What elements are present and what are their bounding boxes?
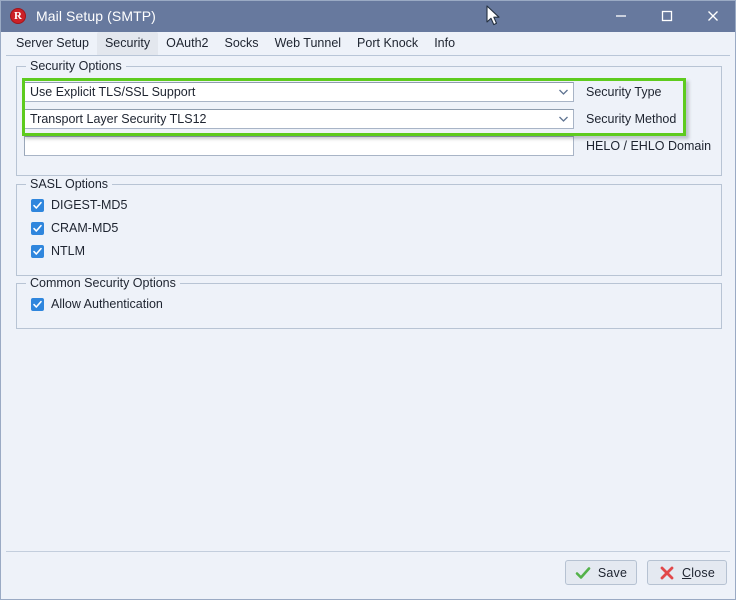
tab-server-setup[interactable]: Server Setup [8, 32, 97, 55]
chevron-down-icon[interactable] [553, 110, 573, 128]
security-method-label: Security Method [586, 112, 677, 126]
close-button-accel: C [682, 565, 692, 580]
checkbox-digest-md5[interactable]: DIGEST-MD5 [31, 198, 127, 212]
checkbox-label: Allow Authentication [51, 297, 163, 311]
r-logo-icon: R [10, 8, 26, 24]
save-button[interactable]: Save [565, 560, 637, 585]
minimize-icon[interactable] [598, 0, 644, 32]
checkbox-cram-md5[interactable]: CRAM-MD5 [31, 221, 118, 235]
check-icon[interactable] [31, 221, 44, 235]
common-security-options-title: Common Security Options [26, 276, 180, 290]
green-check-icon [575, 565, 591, 581]
checkbox-label: CRAM-MD5 [51, 221, 119, 235]
mail-setup-window: R Mail Setup (SMTP) Server Setup Securit… [0, 0, 736, 600]
tab-strip: Server Setup Security OAuth2 Socks Web T… [0, 32, 736, 55]
security-type-label: Security Type [586, 85, 662, 99]
checkbox-label: DIGEST-MD5 [51, 198, 128, 212]
tab-web-tunnel[interactable]: Web Tunnel [267, 32, 349, 55]
checkbox-ntlm[interactable]: NTLM [31, 244, 85, 258]
save-button-label: Save [597, 565, 628, 580]
chevron-down-icon[interactable] [553, 83, 573, 101]
maximize-icon[interactable] [644, 0, 690, 32]
security-type-combo[interactable]: Use Explicit TLS/SSL Support [24, 82, 574, 102]
footer-bar: Save Close [6, 551, 730, 593]
close-button-rest: lose [691, 565, 715, 580]
security-method-combo[interactable]: Transport Layer Security TLS12 [24, 109, 574, 129]
red-x-icon [659, 565, 675, 581]
window-title: Mail Setup (SMTP) [36, 8, 156, 24]
check-icon[interactable] [31, 297, 44, 311]
tab-security[interactable]: Security [96, 32, 159, 55]
tab-port-knock[interactable]: Port Knock [349, 32, 426, 55]
checkbox-allow-authentication[interactable]: Allow Authentication [31, 297, 163, 311]
sasl-options-title: SASL Options [26, 177, 113, 191]
close-button[interactable]: Close [647, 560, 727, 585]
title-bar: R Mail Setup (SMTP) [0, 0, 736, 32]
security-options-title: Security Options [26, 59, 126, 73]
helo-ehlo-domain-label: HELO / EHLO Domain [586, 139, 712, 153]
check-icon[interactable] [31, 198, 44, 212]
window-controls [598, 0, 736, 32]
helo-ehlo-domain-input[interactable] [24, 136, 574, 156]
tab-oauth2[interactable]: OAuth2 [158, 32, 216, 55]
tab-info[interactable]: Info [426, 32, 463, 55]
security-method-value: Transport Layer Security TLS12 [30, 112, 207, 126]
tab-panel-security: Security Options Use Explicit TLS/SSL Su… [6, 55, 730, 543]
tab-socks[interactable]: Socks [217, 32, 267, 55]
checkbox-label: NTLM [51, 244, 86, 258]
security-type-value: Use Explicit TLS/SSL Support [30, 85, 196, 99]
close-button-label: Close [682, 566, 715, 580]
check-icon[interactable] [31, 244, 44, 258]
close-icon[interactable] [690, 0, 736, 32]
